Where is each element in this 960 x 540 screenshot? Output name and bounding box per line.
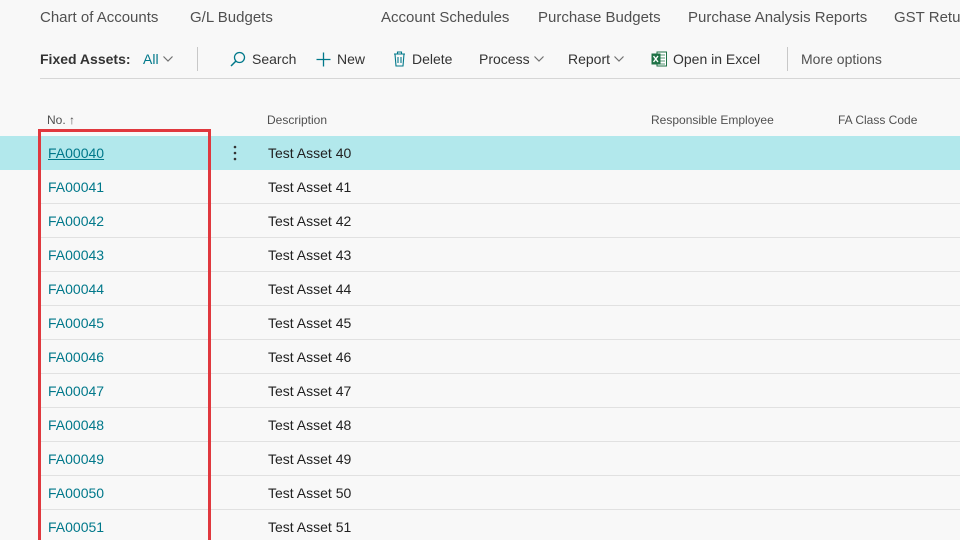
nav-account-schedules[interactable]: Account Schedules [381, 9, 509, 26]
action-bar-divider [40, 78, 960, 79]
table-row[interactable]: FA00047 Test Asset 47 [0, 374, 960, 408]
more-vertical-icon[interactable] [228, 144, 242, 162]
new-label: New [337, 51, 366, 67]
table-row[interactable]: FA00044 Test Asset 44 [0, 272, 960, 306]
asset-number-link[interactable]: FA00046 [48, 349, 104, 365]
action-bar: Fixed Assets: All Search New Delete Proc… [0, 42, 960, 78]
report-label: Report [568, 51, 611, 67]
fixed-assets-list-page: Chart of Accounts G/L Budgets Account Sc… [0, 0, 960, 540]
asset-number-link[interactable]: FA00041 [48, 179, 104, 195]
excel-icon [651, 51, 667, 67]
table-row[interactable]: FA00051 Test Asset 51 [0, 510, 960, 540]
trash-icon [394, 51, 405, 67]
asset-description: Test Asset 48 [268, 417, 352, 433]
asset-description: Test Asset 51 [268, 519, 352, 535]
filter-label: Fixed Assets: [40, 51, 131, 67]
delete-button[interactable]: Delete [393, 51, 452, 67]
column-header-fa-class-code[interactable]: FA Class Code [838, 113, 917, 127]
filter-value-text: All [143, 51, 159, 67]
search-icon [230, 51, 246, 67]
asset-number-link[interactable]: FA00043 [48, 247, 104, 263]
top-navigation: Chart of Accounts G/L Budgets Account Sc… [0, 0, 960, 36]
asset-description: Test Asset 47 [268, 383, 352, 399]
nav-gl-budgets[interactable]: G/L Budgets [190, 9, 273, 26]
asset-description: Test Asset 49 [268, 451, 352, 467]
asset-description: Test Asset 44 [268, 281, 352, 297]
process-label: Process [479, 51, 530, 67]
asset-description: Test Asset 46 [268, 349, 352, 365]
search-button[interactable]: Search [230, 51, 296, 67]
asset-number-link[interactable]: FA00040 [48, 145, 104, 161]
report-menu-button[interactable]: Report [568, 51, 624, 67]
table-header: No. ↑ Description Responsible Employee F… [0, 108, 960, 132]
asset-description: Test Asset 43 [268, 247, 352, 263]
table-row[interactable]: FA00049 Test Asset 49 [0, 442, 960, 476]
search-label: Search [252, 51, 297, 67]
chevron-down-icon [162, 56, 173, 62]
asset-description: Test Asset 45 [268, 315, 352, 331]
table-row[interactable]: FA00040 Test Asset 40 [0, 136, 960, 170]
table-row[interactable]: FA00046 Test Asset 46 [0, 340, 960, 374]
table-row[interactable]: FA00042 Test Asset 42 [0, 204, 960, 238]
toolbar-divider [197, 47, 198, 71]
asset-number-link[interactable]: FA00049 [48, 451, 104, 467]
table-row[interactable]: FA00045 Test Asset 45 [0, 306, 960, 340]
plus-icon [316, 52, 331, 66]
chevron-down-icon [614, 56, 624, 62]
nav-purchase-analysis-reports[interactable]: Purchase Analysis Reports [688, 9, 867, 26]
asset-number-link[interactable]: FA00050 [48, 485, 104, 501]
asset-number-link[interactable]: FA00044 [48, 281, 104, 297]
asset-description: Test Asset 40 [268, 145, 352, 161]
asset-number-link[interactable]: FA00048 [48, 417, 104, 433]
column-header-responsible-employee[interactable]: Responsible Employee [651, 113, 774, 127]
asset-number-link[interactable]: FA00045 [48, 315, 104, 331]
asset-number-link[interactable]: FA00047 [48, 383, 104, 399]
column-header-no[interactable]: No. ↑ [47, 113, 75, 127]
more-options-button[interactable]: More options [801, 51, 882, 67]
nav-purchase-budgets[interactable]: Purchase Budgets [538, 9, 661, 26]
table-body: FA00040 Test Asset 40 FA00041 Test Asset… [0, 136, 960, 540]
asset-number-link[interactable]: FA00051 [48, 519, 104, 535]
filter-all-dropdown[interactable]: All [143, 51, 173, 67]
nav-chart-of-accounts[interactable]: Chart of Accounts [40, 9, 158, 26]
chevron-down-icon [533, 56, 544, 62]
process-menu-button[interactable]: Process [479, 51, 544, 67]
asset-description: Test Asset 42 [268, 213, 352, 229]
table-row[interactable]: FA00048 Test Asset 48 [0, 408, 960, 442]
open-in-excel-label: Open in Excel [673, 51, 761, 67]
table-row[interactable]: FA00043 Test Asset 43 [0, 238, 960, 272]
delete-label: Delete [412, 51, 453, 67]
nav-gst-returns[interactable]: GST Retu [894, 9, 960, 26]
asset-description: Test Asset 50 [268, 485, 352, 501]
open-in-excel-button[interactable]: Open in Excel [651, 51, 760, 67]
column-header-description[interactable]: Description [267, 113, 327, 127]
table-row[interactable]: FA00050 Test Asset 50 [0, 476, 960, 510]
new-button[interactable]: New [316, 51, 365, 67]
asset-description: Test Asset 41 [268, 179, 352, 195]
table-row[interactable]: FA00041 Test Asset 41 [0, 170, 960, 204]
toolbar-divider [787, 47, 788, 71]
asset-number-link[interactable]: FA00042 [48, 213, 104, 229]
